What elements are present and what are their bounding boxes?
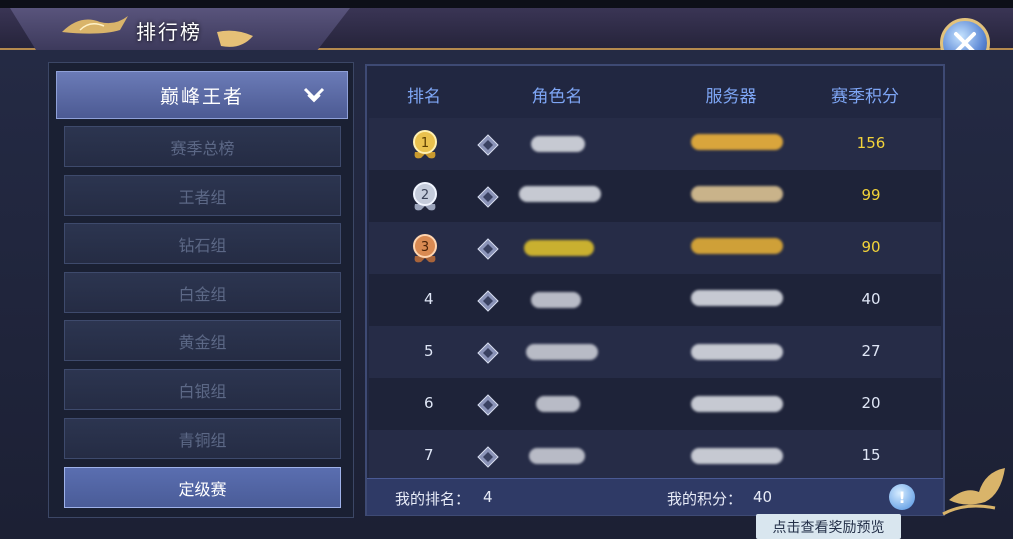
obscured-player-name: [519, 186, 601, 202]
gold-fan-ornament-icon: [62, 16, 128, 34]
category-dropdown-label: 巅峰王者: [159, 85, 244, 108]
table-row[interactable]: 2 99: [369, 170, 941, 222]
my-score-value: 40: [753, 488, 773, 506]
table-row[interactable]: 7 15: [369, 430, 941, 482]
rank-emblem-icon: [477, 394, 499, 416]
category-dropdown[interactable]: 巅峰王者: [56, 71, 348, 119]
category-item-season-total[interactable]: 赛季总榜: [64, 126, 341, 167]
category-item-gold[interactable]: 黄金组: [64, 320, 341, 361]
exclamation-icon: !: [898, 487, 906, 507]
gold-medal-icon: 1: [413, 130, 437, 159]
obscured-player-name: [536, 396, 580, 412]
category-item-platinum[interactable]: 白金组: [64, 272, 341, 313]
obscured-server-name: [691, 134, 783, 150]
my-stats-bar: 我的排名： 4 我的积分： 40: [367, 478, 943, 515]
score-value: 15: [861, 446, 881, 464]
category-item-bronze[interactable]: 青铜组: [64, 418, 341, 459]
obscured-player-name: [531, 136, 585, 152]
rank-emblem-icon: [477, 238, 499, 260]
table-row[interactable]: 3 90: [369, 222, 941, 274]
my-rank-label: 我的排名：: [395, 490, 471, 508]
category-item-king[interactable]: 王者组: [64, 175, 341, 216]
obscured-server-name: [691, 290, 783, 306]
obscured-player-name: [526, 344, 598, 360]
bronze-medal-icon: 3: [413, 234, 437, 263]
rank-emblem-icon: [477, 290, 499, 312]
rank-emblem-icon: [477, 134, 499, 156]
score-value: 20: [861, 394, 881, 412]
obscured-player-name: [524, 240, 594, 256]
table-row[interactable]: 5 27: [369, 326, 941, 378]
category-item-silver[interactable]: 白银组: [64, 369, 341, 410]
score-value: 99: [861, 186, 881, 204]
obscured-server-name: [691, 186, 783, 202]
category-item-placement[interactable]: 定级赛: [64, 467, 341, 508]
score-value: 27: [861, 342, 881, 360]
rank-emblem-icon: [477, 446, 499, 468]
score-value: 40: [861, 290, 881, 308]
chevron-down-icon: [303, 87, 325, 103]
column-header-server: 服务器: [705, 87, 757, 107]
medal-number: 1: [421, 136, 429, 151]
silver-medal-icon: 2: [413, 182, 437, 211]
my-score-label: 我的积分：: [667, 490, 743, 508]
reward-preview-button[interactable]: !: [889, 484, 915, 510]
table-row[interactable]: 6 20: [369, 378, 941, 430]
gold-leaf-ornament-icon: [217, 30, 253, 47]
score-value: 156: [856, 134, 886, 152]
obscured-server-name: [691, 448, 783, 464]
gold-fan-ornament-icon: [942, 468, 1005, 516]
column-header-rank: 排名: [407, 87, 441, 107]
column-header-score: 赛季积分: [831, 87, 899, 107]
medal-number: 3: [421, 240, 429, 255]
obscured-server-name: [691, 344, 783, 360]
page-title: 排行榜: [136, 20, 202, 44]
reward-preview-tooltip: 点击查看奖励预览: [756, 514, 901, 539]
leaderboard-panel: 排名 角色名 服务器 赛季积分 1 156 2 99 3 90 4 40 5 2…: [365, 64, 945, 516]
rank-emblem-icon: [477, 186, 499, 208]
category-item-diamond[interactable]: 钻石组: [64, 223, 341, 264]
my-rank-value: 4: [483, 488, 493, 506]
rank-emblem-icon: [477, 342, 499, 364]
table-row[interactable]: 4 40: [369, 274, 941, 326]
obscured-player-name: [529, 448, 585, 464]
obscured-server-name: [691, 238, 783, 254]
top-strip: [0, 0, 1013, 8]
column-header-name: 角色名: [531, 87, 583, 107]
obscured-player-name: [531, 292, 581, 308]
obscured-server-name: [691, 396, 783, 412]
medal-number: 2: [421, 188, 429, 203]
table-row[interactable]: 1 156: [369, 118, 941, 170]
score-value: 90: [861, 238, 881, 256]
